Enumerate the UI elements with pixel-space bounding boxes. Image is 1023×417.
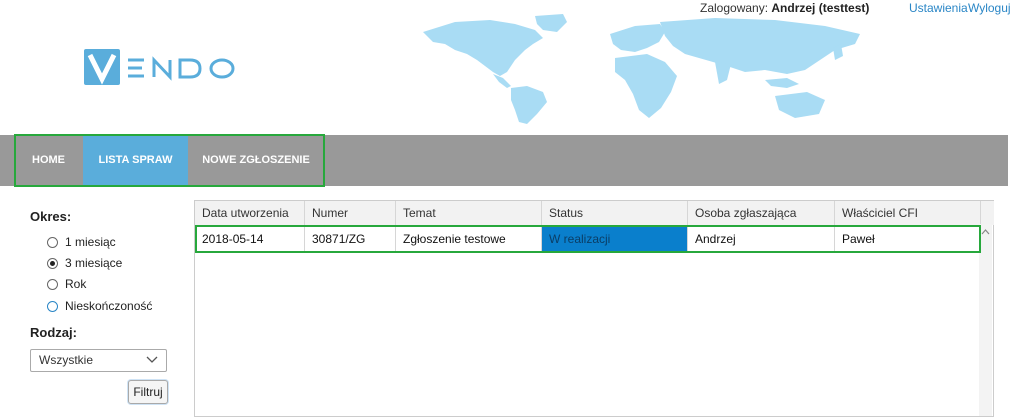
period-option-label: Rok [65,277,87,291]
nav-lista-spraw[interactable]: LISTA SPRAW [83,135,188,186]
table-cell[interactable]: 30871/ZG [305,227,396,251]
filter-button[interactable]: Filtruj [128,380,168,404]
page-header: Zalogowany: Andrzej (testtest) Ustawieni… [0,0,1023,135]
main-nav: HOME LISTA SPRAW NOWE ZGŁOSZENIE [0,135,1008,186]
period-option-1-month[interactable]: 1 miesiąc [47,234,116,250]
table-scrollbar[interactable] [979,224,992,416]
header-filler [981,201,994,225]
chevron-up-icon[interactable] [979,227,992,237]
type-label: Rodzaj: [30,325,77,340]
user-name: Andrzej (testtest) [771,1,870,15]
table-cell[interactable]: Andrzej [688,227,835,251]
settings-link[interactable]: Ustawienia [909,1,968,15]
logout-link[interactable]: Wyloguj [968,1,1011,15]
column-header[interactable]: Numer [305,201,396,225]
column-header[interactable]: Właściciel CFI [835,201,981,225]
logged-in-info: Zalogowany: Andrzej (testtest) [700,1,869,15]
period-option-label: 3 miesiące [65,256,123,270]
column-header[interactable]: Temat [396,201,542,225]
nav-nowe-zgloszenie[interactable]: NOWE ZGŁOSZENIE [188,135,324,186]
radio-checked-icon[interactable] [47,257,58,269]
column-header[interactable]: Status [542,201,688,225]
table-cell[interactable]: 2018-05-14 [195,227,305,251]
vendo-logo-graphic [84,49,235,85]
radio-icon[interactable] [47,278,58,290]
table-cell[interactable]: Paweł [835,227,981,251]
period-option-label: 1 miesiąc [65,235,116,249]
table-cell[interactable]: Zgłoszenie testowe [396,227,542,251]
period-option-year[interactable]: Rok [47,276,86,292]
period-option-infinity[interactable]: Nieskończoność [47,298,152,314]
type-select-value: Wszystkie [39,353,93,367]
period-option-label: Nieskończoność [65,299,153,313]
logged-in-label: Zalogowany: [700,1,769,15]
world-map-image [423,14,860,124]
period-label: Okres: [30,209,72,224]
status-cell[interactable]: W realizacji [542,227,688,251]
column-header[interactable]: Data utworzenia [195,201,305,225]
column-header[interactable]: Osoba zgłaszająca [688,201,835,225]
cases-table: Data utworzenia Numer Temat Status Osoba… [194,200,994,417]
chevron-down-icon [146,356,158,363]
radio-icon[interactable] [47,300,58,312]
vendo-logo [84,49,239,92]
period-option-3-months[interactable]: 3 miesiące [47,255,122,271]
type-select[interactable]: Wszystkie [30,349,167,372]
radio-icon[interactable] [47,236,58,248]
nav-home[interactable]: HOME [14,135,83,186]
